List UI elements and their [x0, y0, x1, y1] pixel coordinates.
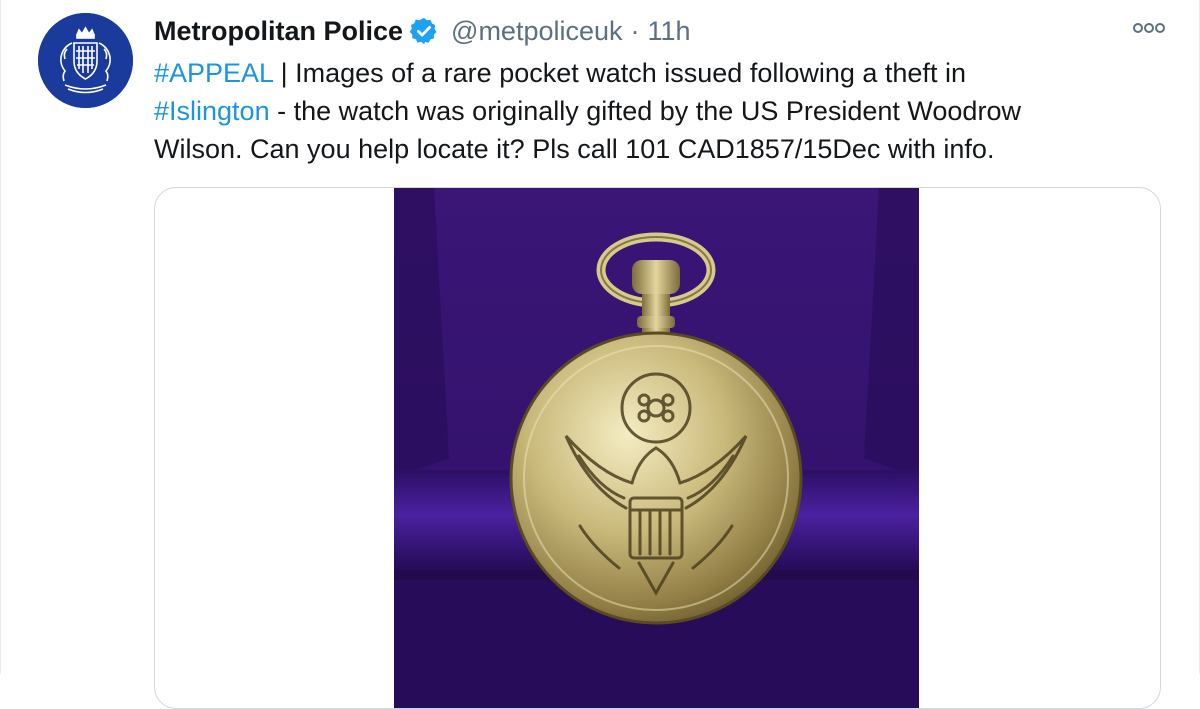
media-attachment[interactable] — [154, 187, 1161, 709]
tweet-text-segment: | Images of a rare pocket watch issued f… — [273, 58, 966, 88]
avatar[interactable] — [38, 13, 133, 108]
tweet-text-segment: Wilson. Can you help locate it? Pls call… — [154, 134, 995, 164]
tweet-text-line: #Islington - the watch was originally gi… — [154, 92, 1154, 130]
tweet-text-segment: - the watch was originally gifted by the… — [269, 96, 1021, 126]
tweet-timestamp[interactable]: 11h — [648, 16, 691, 47]
hashtag-link[interactable]: #Islington — [154, 96, 270, 126]
police-crest-icon — [38, 13, 133, 108]
tweet-text-line: Wilson. Can you help locate it? Pls call… — [154, 130, 1154, 168]
tweet-text: #APPEAL | Images of a rare pocket watch … — [154, 54, 1154, 168]
tweet-header: Metropolitan Police @metpoliceuk · 11h — [154, 12, 691, 50]
tweet-text-line: #APPEAL | Images of a rare pocket watch … — [154, 54, 1154, 92]
author-name[interactable]: Metropolitan Police — [154, 16, 403, 47]
pocket-watch-photo[interactable] — [394, 188, 919, 708]
more-options-icon[interactable] — [1131, 18, 1167, 38]
header-separator: · — [630, 15, 640, 46]
hashtag-link[interactable]: #APPEAL — [154, 58, 273, 88]
tweet-card[interactable]: Metropolitan Police @metpoliceuk · 11h #… — [0, 0, 1200, 709]
author-handle[interactable]: @metpoliceuk — [451, 16, 622, 47]
verified-badge-icon — [409, 17, 437, 45]
